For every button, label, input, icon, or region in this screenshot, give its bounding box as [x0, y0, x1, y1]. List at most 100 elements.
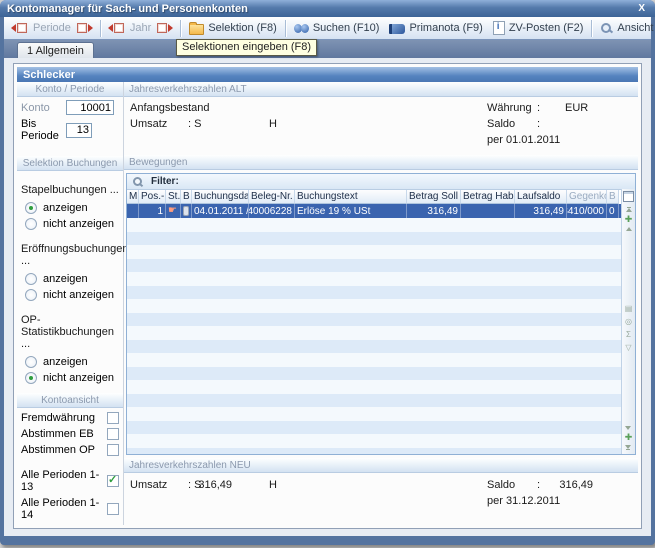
right-panel: Jahresverkehrszahlen ALT Anfangsbestand … [124, 82, 638, 525]
check-row: Fremdwährung [21, 412, 119, 424]
scroll-top-button[interactable] [626, 208, 632, 212]
table-empty-row [127, 353, 635, 367]
suchen-button[interactable]: Suchen (F10) [289, 20, 385, 36]
col-header-pos-nr[interactable]: Pos.-nr [139, 190, 166, 204]
zv-posten-label: ZV-Posten (F2) [509, 22, 584, 34]
alle-perioden-14-checkbox[interactable] [107, 503, 119, 515]
radio-eroeffnung-anzeigen[interactable] [25, 273, 37, 285]
tab-allgemein[interactable]: 1 Allgemein [17, 42, 94, 58]
selektion-button[interactable]: Selektion (F8) [184, 19, 281, 37]
abstimmen-op-checkbox[interactable] [107, 444, 119, 456]
radio-row: nicht anzeigen [25, 289, 119, 301]
periode-prev-button[interactable] [10, 22, 28, 34]
col-header-betrag-haben[interactable]: Betrag Haben [461, 190, 515, 204]
radio-row: anzeigen [25, 356, 119, 368]
cell-m [127, 204, 139, 218]
col-header-beleg-nr[interactable]: Beleg-Nr. [249, 190, 295, 204]
bis-periode-field-row: Bis Periode [21, 118, 122, 142]
filter-search-icon [132, 176, 143, 187]
scroll-page-down-button[interactable]: ✚ [625, 433, 633, 442]
magnifier-document-icon [600, 22, 613, 34]
konto-field-row: Konto [21, 100, 122, 115]
sum-icon[interactable]: Σ [626, 331, 631, 339]
table-empty-row [127, 448, 635, 455]
umsatz-alt-haben-prefix: H [269, 118, 277, 130]
abstimmen-eb-checkbox[interactable] [107, 428, 119, 440]
cell-buchungstext: Erlöse 19 % USt [295, 204, 407, 218]
page-icon [77, 23, 87, 33]
tab-allgemein-label: 1 Allgemein [27, 45, 84, 57]
layout-grid-icon[interactable]: ▤ [625, 305, 633, 313]
radio-label: nicht anzeigen [43, 372, 114, 384]
radio-eroeffnung-nicht-anzeigen[interactable] [25, 289, 37, 301]
toolbar-separator [285, 20, 286, 37]
filter-label: Filter: [151, 176, 179, 187]
col-header-laufsaldo[interactable]: Laufsaldo [515, 190, 567, 204]
table-empty-row [127, 394, 635, 408]
scroll-up-button[interactable] [626, 227, 632, 231]
periode-next-button[interactable] [76, 22, 94, 34]
radio-stapel-nicht-anzeigen[interactable] [25, 218, 37, 230]
col-header-betrag-soll[interactable]: Betrag Soll [407, 190, 461, 204]
saldo-alt-label: Saldo [487, 118, 515, 130]
table-empty-row [127, 286, 635, 300]
scroll-bottom-group: ✚ [625, 424, 633, 454]
ansicht-button[interactable]: Ansicht [595, 20, 655, 36]
close-button[interactable]: X [635, 3, 648, 14]
col-header-gegenkonto[interactable]: Gegenkonto [567, 190, 607, 204]
fremdwaehrung-checkbox[interactable] [107, 412, 119, 424]
umsatz-alt-soll-prefix: : S [188, 118, 201, 130]
bis-periode-input[interactable] [66, 123, 92, 138]
account-header: Schlecker [17, 67, 638, 82]
scroll-page-up-button[interactable]: ✚ [625, 215, 633, 224]
radio-op-anzeigen[interactable] [25, 356, 37, 368]
alle-perioden-13-checkbox[interactable] [107, 475, 119, 487]
cell-pos-nr: 1 [139, 204, 166, 218]
arrow-left-icon [11, 24, 16, 32]
primanota-button[interactable]: Primanota (F9) [384, 20, 487, 36]
table-empty-row [127, 434, 635, 448]
search-icon[interactable]: ◎ [625, 318, 632, 326]
scroll-end-button[interactable] [625, 445, 631, 449]
zv-posten-button[interactable]: ZV-Posten (F2) [488, 19, 589, 37]
selektion-label: Selektion (F8) [208, 22, 276, 34]
col-header-buchungstext[interactable]: Buchungstext [295, 190, 407, 204]
jahr-prev-button[interactable] [107, 22, 125, 34]
filter-funnel-icon[interactable]: ▽ [625, 344, 631, 352]
col-header-b2[interactable]: B [607, 190, 619, 204]
col-header-buchungsdatum[interactable]: Buchungsdatum▲ [192, 190, 249, 204]
table-row-selected[interactable]: 1 ☛ 04.01.2011 /Di 40006228 Erlöse 19 % … [127, 204, 635, 218]
scroll-down-button[interactable] [625, 426, 631, 430]
grid-scroll-strip: ✚ ▤ ◎ Σ ▽ ✚ [621, 189, 635, 454]
check-row: Alle Perioden 1-13 [21, 469, 119, 493]
waehrung-value: EUR [565, 102, 588, 114]
periode-nav: Periode [7, 22, 97, 34]
section-header-selektion-buchungen: Selektion Buchungen [17, 156, 123, 171]
col-header-m[interactable]: M [127, 190, 139, 204]
folder-icon [189, 24, 204, 35]
section-header-jvz-neu: Jahresverkehrszahlen NEU [124, 458, 638, 473]
toolbar-separator [100, 20, 101, 37]
grid-filter-row[interactable]: Filter: [127, 174, 635, 190]
tab-bar: 1 Allgemein [4, 40, 651, 58]
radio-op-nicht-anzeigen[interactable] [25, 372, 37, 384]
table-empty-rows [127, 218, 635, 454]
jahr-next-button[interactable] [156, 22, 174, 34]
cell-betrag-soll: 316,49 [407, 204, 461, 218]
table-empty-row [127, 367, 635, 381]
primanota-label: Primanota (F9) [409, 22, 482, 34]
window-title: Kontomanager für Sach- und Personenkonte… [7, 3, 248, 15]
konto-input[interactable] [66, 100, 114, 115]
jahr-nav: Jahr [104, 22, 177, 34]
column-chooser-button[interactable] [623, 191, 634, 202]
suchen-label: Suchen (F10) [313, 22, 380, 34]
radio-stapel-anzeigen[interactable] [25, 202, 37, 214]
op-statistikbuchungen-label: OP-Statistikbuchungen ... [21, 314, 119, 350]
cell-b2: 0 [607, 204, 619, 218]
umsatz-neu-soll-value: 316,49 [198, 479, 232, 491]
col-header-b[interactable]: B [181, 190, 192, 204]
periode-label: Periode [31, 22, 73, 34]
toolbar: Periode Jahr Selektion (F8) Suchen (F10)… [4, 17, 651, 40]
table-empty-row [127, 380, 635, 394]
col-header-st[interactable]: St. [166, 190, 181, 204]
